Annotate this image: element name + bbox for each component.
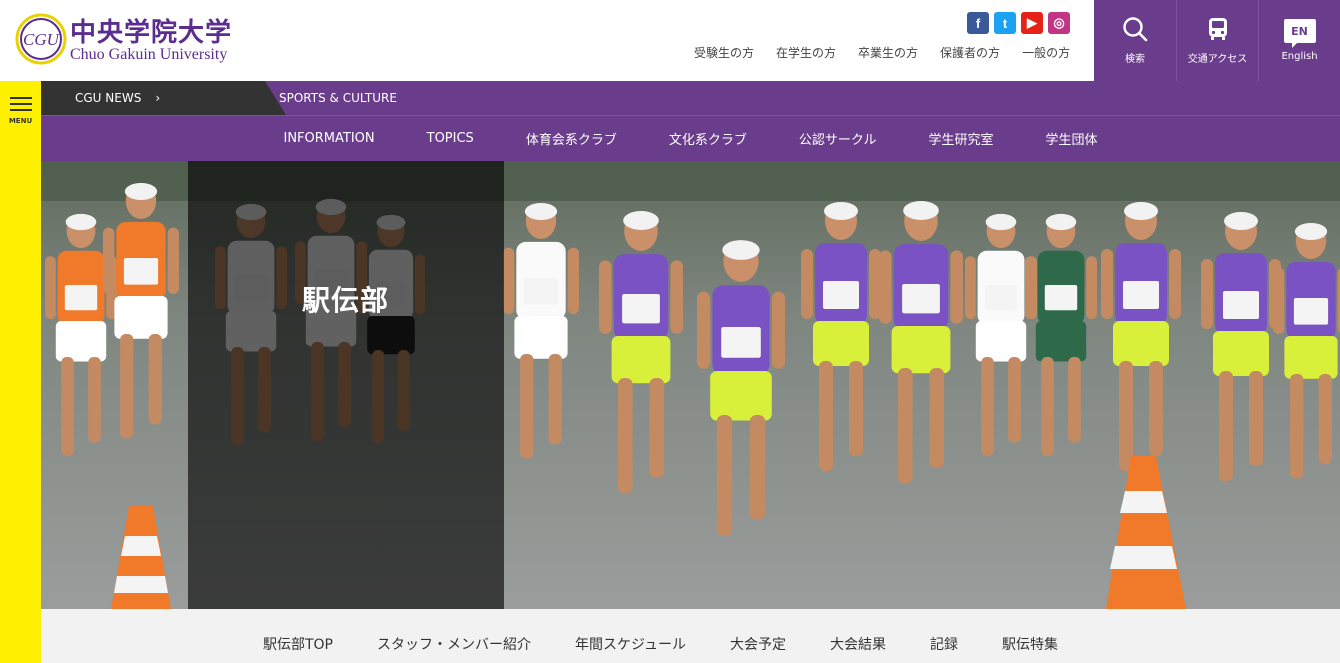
cgu-emblem-icon: CGU (15, 13, 67, 65)
audience-link[interactable]: 在学生の方 (776, 44, 836, 61)
breadcrumb-news-label: CGU NEWS (75, 91, 142, 105)
site-header: CGU 中央学院大学 Chuo Gakuin University f t ▶ ◎ 受… (0, 0, 1340, 81)
english-button[interactable]: EN English (1258, 0, 1340, 81)
twitter-icon[interactable]: t (994, 12, 1016, 34)
menu-label: MENU (8, 117, 33, 125)
search-button[interactable]: 検索 (1094, 0, 1176, 81)
search-label: 検索 (1125, 54, 1145, 65)
audience-link[interactable]: 受験生の方 (694, 44, 754, 61)
bus-icon (1208, 18, 1227, 40)
breadcrumb-current: SPORTS & CULTURE (279, 91, 397, 105)
audience-link[interactable]: 卒業生の方 (858, 44, 918, 61)
english-badge-icon: EN (1283, 19, 1316, 48)
access-button[interactable]: 交通アクセス (1176, 0, 1258, 81)
menu-button[interactable]: MENU (0, 81, 41, 133)
club-section-tab[interactable]: 記録 (930, 634, 958, 654)
header-tools: 検索 交通アクセス EN English (1094, 0, 1340, 81)
access-label: 交通アクセス (1187, 54, 1248, 65)
club-section-tab[interactable]: 大会結果 (830, 634, 886, 654)
breadcrumb-news-link[interactable]: CGU NEWS › (41, 81, 286, 115)
club-section-tab[interactable]: 駅伝部TOP (263, 634, 333, 654)
category-nav-item[interactable]: 体育会系クラブ (526, 129, 617, 148)
club-section-tab[interactable]: 駅伝特集 (1002, 634, 1058, 654)
university-logo[interactable]: CGU 中央学院大学 Chuo Gakuin University (14, 12, 234, 68)
audience-link[interactable]: 保護者の方 (940, 44, 1000, 61)
youtube-icon[interactable]: ▶ (1021, 12, 1043, 34)
side-menu-bar: MENU (0, 81, 41, 663)
category-nav-item[interactable]: TOPICS (427, 131, 474, 146)
hamburger-icon (9, 97, 32, 99)
category-nav-item[interactable]: INFORMATION (283, 131, 374, 146)
instagram-icon[interactable]: ◎ (1048, 12, 1070, 34)
category-nav-item[interactable]: 公認サークル (799, 129, 877, 148)
club-section-tab[interactable]: スタッフ・メンバー紹介 (377, 634, 531, 654)
category-nav-item[interactable]: 学生研究室 (928, 129, 993, 148)
logo-english-name: Chuo Gakuin University (70, 46, 228, 63)
hero-banner: 駅伝部 (41, 161, 1340, 609)
hero-title: 駅伝部 (302, 284, 390, 317)
social-links: f t ▶ ◎ (967, 12, 1070, 34)
audience-link[interactable]: 一般の方 (1022, 44, 1070, 61)
category-nav-item[interactable]: 文化系クラブ (669, 129, 747, 148)
club-section-tab[interactable]: 大会予定 (730, 634, 786, 654)
english-label: English (1281, 51, 1318, 62)
category-nav: INFORMATION TOPICS 体育会系クラブ 文化系クラブ 公認サークル 学生研究… (41, 115, 1340, 161)
facebook-icon[interactable]: f (967, 12, 989, 34)
svg-text:CGU: CGU (23, 30, 61, 49)
search-icon (1123, 17, 1148, 42)
breadcrumb: CGU NEWS › SPORTS & CULTURE (41, 81, 1340, 115)
club-section-tab[interactable]: 年間スケジュール (575, 634, 686, 654)
audience-nav: 受験生の方 在学生の方 卒業生の方 保護者の方 一般の方 (694, 44, 1070, 61)
chevron-right-icon: › (155, 91, 161, 105)
hero-title-overlay (188, 161, 504, 609)
logo-japanese-name: 中央学院大学 (70, 18, 233, 48)
club-section-nav: 駅伝部TOP スタッフ・メンバー紹介 年間スケジュール 大会予定 大会結果 記録 駅伝特集 (41, 609, 1340, 663)
category-nav-item[interactable]: 学生団体 (1045, 129, 1097, 148)
